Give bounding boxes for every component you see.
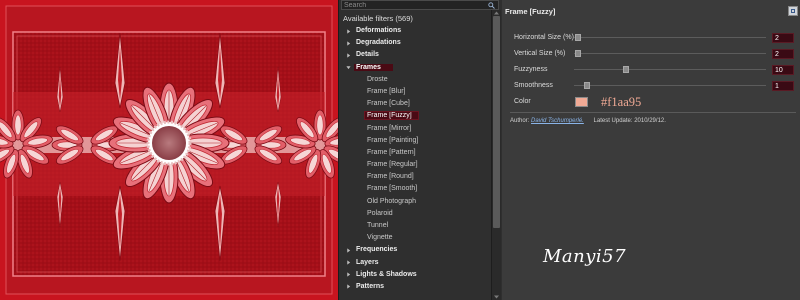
param-label: Horizontal Size (%): [514, 34, 574, 41]
color-param: Color: [502, 96, 800, 108]
tree-item-label: Frame [Pattern]: [367, 148, 416, 156]
param-row: Fuzzyness 10: [502, 64, 800, 76]
filter-tree-panel: Available filters (569) Deformations Degr…: [338, 0, 502, 300]
tree-item-label: Frame [Blur]: [367, 87, 406, 95]
slider-handle[interactable]: [622, 66, 629, 73]
color-swatch[interactable]: [575, 97, 588, 107]
tree-filter-item[interactable]: Frame [Blur]: [339, 86, 491, 98]
slider-handle[interactable]: [574, 34, 581, 41]
tree-item-label: Vignette: [367, 234, 393, 242]
expanded-arrow-icon[interactable]: [346, 65, 351, 70]
collapsed-arrow-icon[interactable]: [346, 284, 351, 290]
tree-filter-item[interactable]: Old Photograph: [339, 196, 491, 208]
search-icon[interactable]: [488, 2, 495, 9]
tree-filter-item[interactable]: Frame [Cube]: [339, 98, 491, 110]
param-slider[interactable]: [574, 82, 766, 89]
tree-item-label: Polaroid: [367, 209, 393, 217]
tree-item-label: Frames: [354, 63, 393, 71]
collapsed-arrow-icon[interactable]: [346, 28, 351, 34]
tree-item-label: Patterns: [356, 282, 385, 290]
tree-filter-item[interactable]: Frame [Painting]: [339, 135, 491, 147]
collapsed-arrow-icon[interactable]: [346, 41, 351, 46]
tree-category[interactable]: Frequencies: [339, 244, 491, 256]
param-label: Fuzzyness: [514, 66, 548, 73]
search-input[interactable]: [342, 1, 498, 9]
tree-filter-item[interactable]: Frame [Regular]: [339, 159, 491, 171]
param-value-field[interactable]: 2: [772, 33, 794, 43]
param-row: Horizontal Size (%) 2: [502, 32, 800, 44]
tree-filter-item[interactable]: Tunnel: [339, 220, 491, 232]
window-icon: [791, 9, 795, 13]
filter-settings-panel: Frame [Fuzzy] Horizontal Size (%) 2 Vertic…: [502, 0, 800, 300]
param-slider[interactable]: [574, 34, 766, 41]
collapsed-arrow-icon[interactable]: [346, 53, 351, 58]
tree-item-label: Details: [356, 51, 379, 59]
tree-filter-item[interactable]: Frame [Smooth]: [339, 183, 491, 195]
param-row: Smoothness 1: [502, 80, 800, 92]
preview-canvas[interactable]: [0, 0, 338, 300]
tree-category[interactable]: Deformations: [339, 25, 491, 37]
preview-image: [0, 0, 338, 300]
param-value-field[interactable]: 2: [772, 49, 794, 59]
author-label: Author:: [510, 118, 530, 124]
tree-category[interactable]: Frames: [339, 62, 491, 74]
collapsed-arrow-icon[interactable]: [346, 260, 351, 265]
filter-title: Frame [Fuzzy]: [505, 7, 556, 16]
tree-item-label: Frame [Smooth]: [367, 185, 418, 193]
tree-item-label: Tunnel: [367, 222, 389, 229]
tree-category[interactable]: Layers: [339, 257, 491, 269]
param-row: Vertical Size (%) 2: [502, 48, 800, 60]
signature-watermark: Manyi57: [543, 246, 627, 267]
tree-filter-item[interactable]: Droste: [339, 74, 491, 86]
tree-category[interactable]: Lights & Shadows: [339, 269, 491, 281]
author-link[interactable]: David Tschumperlé.: [531, 118, 584, 124]
tree-category[interactable]: Degradations: [339, 37, 491, 49]
search-box: [341, 0, 499, 10]
param-slider[interactable]: [574, 66, 766, 73]
tree-item-label: Frame [Fuzzy]: [364, 111, 419, 121]
tree-filter-item[interactable]: Frame [Mirror]: [339, 123, 491, 135]
slider-handle[interactable]: [574, 50, 581, 57]
tree-item-label: Old Photograph: [367, 197, 417, 205]
tree-item-label: Frame [Regular]: [367, 161, 418, 169]
color-value: #f1aa95: [601, 95, 642, 109]
tree-category[interactable]: Details: [339, 49, 491, 61]
color-label: Color: [514, 98, 531, 105]
tree-item-label: Deformations: [356, 27, 402, 34]
slider-handle[interactable]: [584, 82, 591, 89]
tree-item-label: Degradations: [356, 39, 401, 47]
tree-item-label: Droste: [367, 75, 388, 83]
param-value-field[interactable]: 10: [772, 65, 794, 75]
available-filters-header: Available filters (569): [343, 14, 413, 23]
tree-item-label: Frequencies: [356, 246, 398, 254]
author-info: Author: David Tschumperlé. Latest Update…: [510, 118, 666, 124]
tree-item-label: Layers: [356, 258, 379, 266]
tree-filter-item[interactable]: Frame [Pattern]: [339, 147, 491, 159]
tree-scrollbar[interactable]: [491, 10, 501, 300]
param-label: Vertical Size (%): [514, 50, 566, 57]
param-value-field[interactable]: 1: [772, 81, 794, 91]
tree-filter-item[interactable]: Vignette: [339, 232, 491, 244]
param-slider[interactable]: [574, 50, 766, 57]
param-label: Smoothness: [514, 82, 553, 89]
tree-item-label: Frame [Mirror]: [367, 124, 412, 132]
window-toggle-button[interactable]: [788, 6, 798, 16]
tree-filter-item[interactable]: Frame [Round]: [339, 171, 491, 183]
tree-filter-item[interactable]: Polaroid: [339, 208, 491, 220]
tree-item-label: Frame [Painting]: [367, 136, 419, 144]
filter-tree-list: Deformations Degradations Details Frames Dro…: [339, 25, 491, 293]
divider: [510, 112, 796, 113]
collapsed-arrow-icon[interactable]: [346, 248, 351, 253]
collapsed-arrow-icon[interactable]: [346, 272, 351, 277]
tree-filter-item[interactable]: Frame [Fuzzy]: [339, 110, 491, 122]
tree-item-label: Lights & Shadows: [356, 270, 417, 278]
tree-category[interactable]: Patterns: [339, 281, 491, 293]
tree-item-label: Frame [Cube]: [367, 100, 410, 108]
tree-item-label: Frame [Round]: [367, 173, 414, 181]
latest-update: Latest Update: 2010/29/12.: [593, 118, 666, 124]
scroll-down-icon[interactable]: [493, 294, 500, 300]
scrollbar-thumb[interactable]: [493, 16, 500, 228]
